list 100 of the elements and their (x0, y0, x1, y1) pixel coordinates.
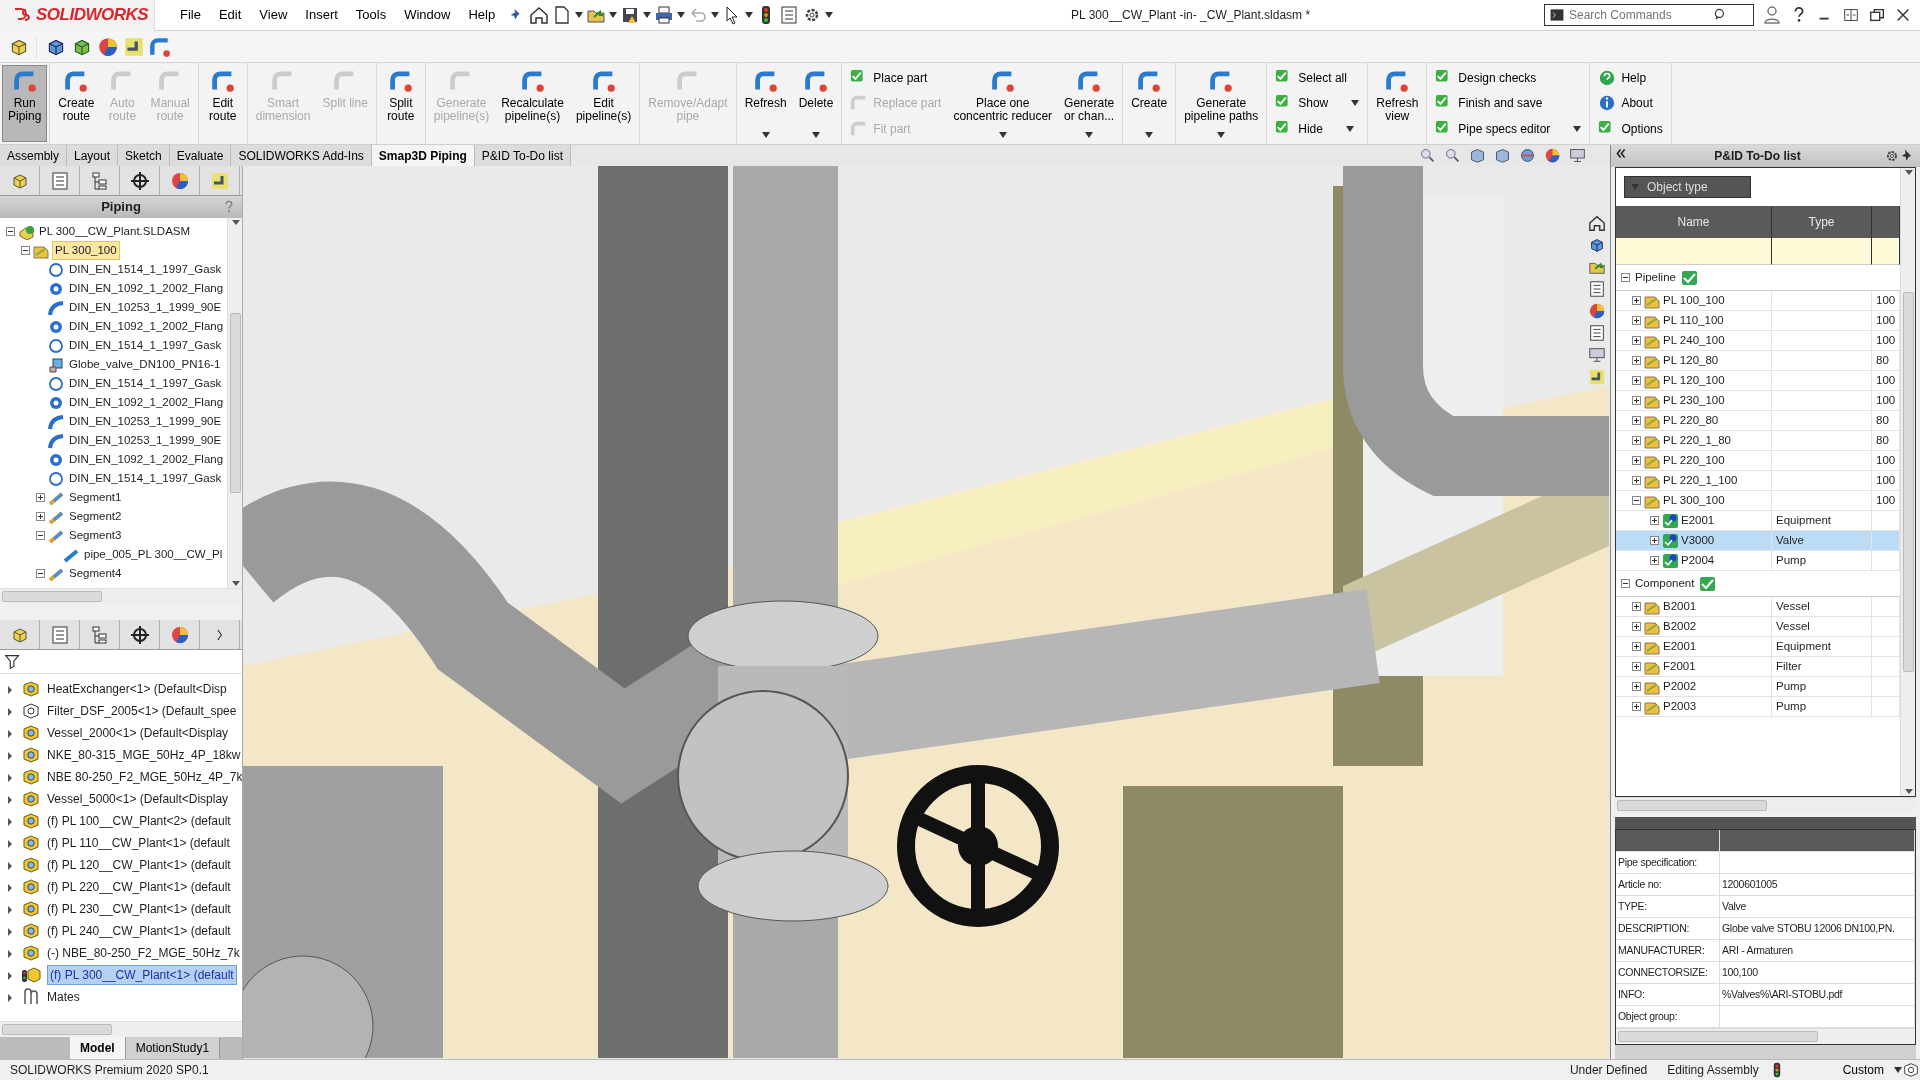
table-cell[interactable]: PL 120_80 (1616, 351, 1772, 371)
tree-item[interactable]: Segment4 (67, 564, 124, 583)
tree-item[interactable]: (-) NBE_80-250_F2_MGE_50Hz_7k (47, 944, 240, 962)
expand-arrow-icon[interactable] (6, 706, 15, 716)
expand-arrow-icon[interactable] (6, 992, 15, 1002)
table-cell[interactable]: PL 300_100 (1616, 491, 1772, 511)
ribbon-button[interactable]: Delete (792, 65, 840, 142)
printer-icon[interactable] (654, 5, 675, 25)
collapse-icon[interactable] (1621, 273, 1630, 282)
tree-item[interactable]: Segment2 (67, 507, 124, 526)
ribbon-button[interactable]: Pipe specs editor (1433, 119, 1584, 140)
list-icon[interactable] (1588, 324, 1606, 342)
monitor-icon[interactable] (1588, 346, 1606, 364)
caret-icon[interactable] (711, 12, 720, 18)
filter-field[interactable] (1616, 238, 1772, 265)
zoom-icon[interactable] (1444, 147, 1461, 164)
expand-icon[interactable] (1650, 556, 1659, 565)
menu-item[interactable]: Tools (346, 2, 396, 28)
expand-icon[interactable] (1632, 436, 1641, 445)
tree-item[interactable]: NBE 80-250_F2_MGE_50Hz_4P_7k (47, 768, 242, 786)
ribbon-button[interactable]: Generate or chan... (1058, 65, 1121, 142)
tree-item[interactable]: Segment3 (67, 526, 124, 545)
caret-icon[interactable] (575, 12, 584, 18)
collapse-icon[interactable] (36, 531, 45, 540)
ribbon-tab[interactable]: Assembly (0, 145, 67, 166)
scrollbar[interactable] (1616, 1028, 1915, 1044)
scrollbar[interactable] (0, 588, 242, 604)
expand-icon[interactable] (1632, 602, 1641, 611)
table-cell[interactable]: P2002 (1616, 677, 1772, 697)
collapse-icon[interactable] (6, 227, 15, 236)
expand-arrow-icon[interactable] (6, 838, 15, 848)
appearance-icon[interactable] (1588, 302, 1606, 320)
checkbox-icon[interactable] (1680, 269, 1697, 286)
tree-item[interactable]: (f) PL 230__CW_Plant<1> (default (47, 900, 231, 918)
ribbon-button[interactable]: Place part (848, 67, 944, 88)
caret-icon[interactable] (1894, 1067, 1902, 1073)
tree-item[interactable]: DIN_EN_1092_1_2002_Flang (67, 450, 226, 469)
expand-icon[interactable] (1650, 516, 1659, 525)
checkbox-icon[interactable] (1699, 575, 1716, 592)
tile-icon[interactable] (1842, 6, 1860, 24)
tree-item[interactable]: HeatExchanger<1> (Default<Disp (47, 680, 227, 698)
filter-field[interactable] (1872, 238, 1900, 265)
view-cube-icon[interactable] (1494, 147, 1511, 164)
expand-arrow-icon[interactable] (6, 860, 15, 870)
tree-item[interactable]: Globe_valve_DN100_PN16-1 (67, 355, 223, 374)
tree-item[interactable]: Vessel_5000<1> (Default<Display (47, 790, 229, 808)
close-icon[interactable] (1894, 6, 1912, 24)
table-cell[interactable]: F2001 (1616, 657, 1772, 677)
expand-arrow-icon[interactable] (6, 948, 15, 958)
search-field[interactable]: Search Commands (1569, 6, 1709, 24)
expand-arrow-icon[interactable] (6, 794, 15, 804)
sphere-icon[interactable] (1519, 147, 1536, 164)
home-icon[interactable] (529, 5, 550, 25)
expand-icon[interactable] (1632, 662, 1641, 671)
expand-arrow-icon[interactable] (6, 882, 15, 892)
expand-icon[interactable] (1632, 396, 1641, 405)
table-cell[interactable]: V3000 (1616, 531, 1772, 551)
table-cell[interactable]: PL 220_100 (1616, 451, 1772, 471)
column-header[interactable]: Type (1772, 206, 1872, 238)
expand-icon[interactable] (1632, 296, 1641, 305)
ribbon-button[interactable]: Options (1596, 119, 1665, 140)
menu-item[interactable]: Help (459, 2, 505, 28)
collapse-icon[interactable] (1621, 579, 1630, 588)
property-value[interactable]: 100,100 (1720, 962, 1915, 984)
property-value[interactable]: Valve (1720, 896, 1915, 918)
tree-item[interactable]: DIN_EN_10253_1_1999_90E (67, 298, 224, 317)
ribbon-tab[interactable]: Sketch (118, 145, 170, 166)
table-cell[interactable]: PL 120_100 (1616, 371, 1772, 391)
expand-icon[interactable] (1632, 476, 1641, 485)
ribbon-button[interactable]: Refresh view (1370, 65, 1425, 142)
tree-item[interactable]: NKE_80-315_MGE_50Hz_4P_18kw (47, 746, 241, 764)
units-dropdown[interactable]: Custom (1832, 1061, 1894, 1079)
caret-icon[interactable] (825, 12, 834, 18)
expand-icon[interactable] (1632, 316, 1641, 325)
tree-item[interactable]: (f) PL 240__CW_Plant<1> (default (47, 922, 231, 940)
model-tab[interactable]: Model (70, 1037, 126, 1059)
ribbon-button[interactable]: Help (1596, 67, 1665, 88)
ribbon-button[interactable]: Run Piping (2, 65, 48, 142)
tree-item[interactable]: DIN_EN_1514_1_1997_Gask (67, 336, 224, 355)
tree-item[interactable]: Segment1 (67, 488, 124, 507)
appearance-icon[interactable] (1544, 147, 1561, 164)
monitor-icon[interactable] (1569, 147, 1586, 164)
tree-item[interactable]: (f) PL 100__CW_Plant<2> (default (47, 812, 231, 830)
ribbon-button[interactable]: Design checks (1433, 67, 1584, 88)
table-cell[interactable]: B2002 (1616, 617, 1772, 637)
tree-item[interactable]: (f) PL 220__CW_Plant<1> (default (47, 878, 231, 896)
tree-item[interactable]: PL 300__CW_Plant.SLDASM (37, 222, 193, 241)
ribbon-button[interactable]: Create route (52, 65, 101, 142)
ribbon-button[interactable]: Split route (378, 65, 423, 142)
tree-item[interactable]: Mates (47, 988, 80, 1006)
user-icon[interactable] (1762, 5, 1782, 25)
ribbon-button[interactable]: Show (1273, 93, 1362, 114)
caret-icon[interactable] (745, 12, 754, 18)
tree-item[interactable]: DIN_EN_1514_1_1997_Gask (67, 469, 224, 488)
zoom-icon[interactable] (1419, 147, 1436, 164)
ribbon-button[interactable]: Generate pipeline paths (1178, 65, 1265, 142)
filter-icon[interactable] (4, 652, 22, 671)
table-cell[interactable]: PL 110_100 (1616, 311, 1772, 331)
filter-dropdown[interactable]: Object type (1624, 176, 1751, 198)
property-value[interactable]: %Valves%\ARI-STOBU.pdf (1720, 984, 1915, 1006)
